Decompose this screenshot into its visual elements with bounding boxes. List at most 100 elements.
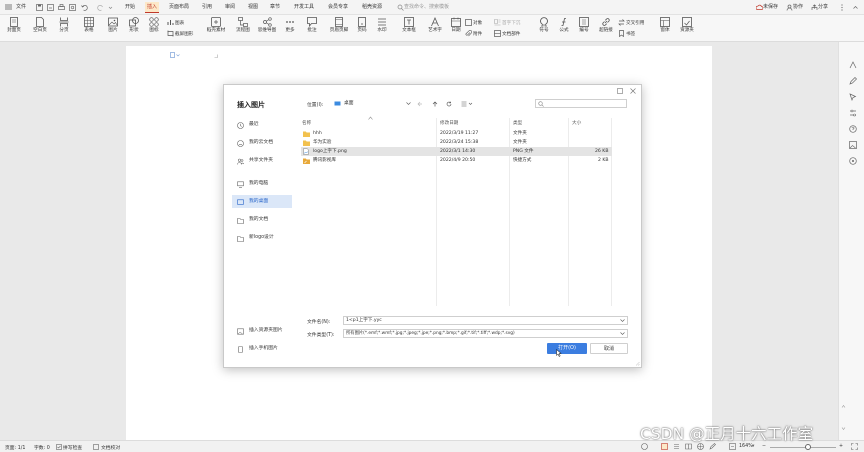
file-search-input[interactable]: [535, 99, 627, 108]
tab-member[interactable]: 会员专享: [326, 2, 350, 13]
view-mode-icon[interactable]: [461, 101, 473, 107]
header-footer-button[interactable]: 页眉页脚: [326, 17, 352, 41]
focus-mode-icon[interactable]: [641, 443, 648, 450]
spell-check[interactable]: 拼写检查: [63, 444, 82, 451]
refresh-icon[interactable]: [446, 101, 452, 107]
page-view-icon[interactable]: [661, 443, 668, 450]
tab-home[interactable]: 开始: [123, 2, 137, 13]
formula-button[interactable]: 公式: [555, 17, 573, 41]
cancel-button[interactable]: 取消: [590, 343, 628, 354]
file-row[interactable]: hhh 2022/3/19 11:27 文件夹: [301, 129, 612, 138]
scroll-down-icon[interactable]: [841, 426, 846, 431]
preview-icon[interactable]: [69, 4, 76, 11]
bookmark-button[interactable]: 书签: [618, 30, 635, 38]
doc-parts-button[interactable]: 文档部件: [494, 30, 520, 38]
resource-folder-button[interactable]: 资源夹: [677, 17, 697, 41]
search-icon[interactable]: [397, 4, 404, 11]
zoom-slider[interactable]: [770, 447, 836, 448]
sidebar-item-my-desktop[interactable]: 我的桌面: [232, 195, 292, 208]
unsaved-status[interactable]: 未保存: [763, 2, 778, 13]
screenshot-button[interactable]: 截屏图形: [167, 30, 193, 38]
image-panel-icon[interactable]: [849, 141, 857, 149]
tab-view[interactable]: 视图: [246, 2, 260, 13]
picture-button[interactable]: 图片: [104, 17, 122, 41]
sidebar-item-my-computer[interactable]: 我的电脑: [232, 177, 292, 190]
page-break-button[interactable]: 分页: [54, 17, 74, 41]
table-button[interactable]: 表格: [80, 17, 98, 41]
wordart-button[interactable]: 艺术字: [424, 17, 446, 41]
tab-developer[interactable]: 开发工具: [292, 2, 316, 13]
tab-references[interactable]: 引用: [200, 2, 214, 13]
collab-button[interactable]: 协作: [793, 2, 803, 13]
tab-review[interactable]: 审阅: [223, 2, 237, 13]
adjust-icon[interactable]: [849, 109, 857, 117]
file-row[interactable]: logo上字下.png 2022/3/1 14:30 PNG 文件 26 KB: [301, 147, 612, 156]
date-button[interactable]: 日期: [448, 17, 464, 41]
up-folder-icon[interactable]: [432, 101, 438, 107]
share-button[interactable]: 分享: [818, 2, 828, 13]
page-number-button[interactable]: 页码: [353, 17, 371, 41]
close-icon[interactable]: [630, 88, 636, 94]
command-search[interactable]: 查找命令、搜索模板: [404, 2, 449, 13]
drop-cap-button[interactable]: 首字下沉: [494, 19, 520, 27]
select-icon[interactable]: [849, 93, 857, 101]
mindmap-button[interactable]: 思维导图: [256, 17, 278, 41]
watermark-button[interactable]: 水印: [373, 17, 391, 41]
more-icon[interactable]: [840, 4, 844, 11]
zoom-level[interactable]: 164%: [739, 444, 753, 449]
redo-icon[interactable]: [97, 4, 104, 11]
resize-grip-icon[interactable]: [635, 361, 640, 366]
help-icon[interactable]: [849, 125, 857, 133]
attachment-button[interactable]: 附件: [465, 30, 482, 38]
tab-docer[interactable]: 稻壳资源: [360, 2, 384, 13]
word-count[interactable]: 字数: 0: [34, 444, 50, 451]
tab-page-layout[interactable]: 页面布局: [167, 2, 191, 13]
fit-width-icon[interactable]: [729, 443, 736, 450]
column-header-name[interactable]: 名称: [302, 120, 311, 126]
shape-button[interactable]: 形状: [125, 17, 143, 41]
cross-reference-button[interactable]: 交叉引用: [618, 19, 644, 27]
proofread-icon[interactable]: [93, 444, 99, 450]
hamburger-icon[interactable]: [5, 4, 12, 10]
column-header-type[interactable]: 类型: [513, 120, 522, 126]
insert-phone-picture[interactable]: 插入手机图片: [232, 342, 292, 355]
back-icon[interactable]: [417, 101, 423, 107]
icons-button[interactable]: 图标: [145, 17, 163, 41]
column-header-date[interactable]: 修改日期: [440, 120, 458, 126]
cover-page-button[interactable]: 封面页: [3, 17, 25, 41]
web-view-icon[interactable]: [697, 443, 704, 450]
location-icon[interactable]: [849, 157, 857, 165]
comment-button[interactable]: 批注: [303, 17, 321, 41]
filename-input[interactable]: 1<p1上字下.yyc: [343, 316, 628, 325]
pen-icon[interactable]: [849, 77, 857, 85]
form-button[interactable]: 窗体: [656, 17, 674, 41]
chevron-down-icon[interactable]: [108, 4, 113, 11]
zoom-dropdown-icon[interactable]: ▾: [752, 444, 754, 449]
more-button[interactable]: 更多: [281, 17, 299, 41]
page-settings-icon[interactable]: [170, 52, 180, 58]
scroll-up-icon[interactable]: [841, 404, 846, 409]
save-icon[interactable]: [36, 4, 43, 11]
docer-material-button[interactable]: 稻壳素材: [205, 17, 227, 41]
collapse-ribbon-icon[interactable]: [852, 4, 859, 11]
blank-page-button[interactable]: 空白页: [28, 17, 52, 41]
sidebar-item-shared-folder[interactable]: 共享文件夹: [232, 154, 292, 167]
chart-button[interactable]: 图表: [167, 19, 184, 27]
file-row[interactable]: 腾讯影视库 2022/4/9 20:50 快捷方式 2 KB: [301, 156, 612, 165]
export-icon[interactable]: [47, 4, 54, 11]
undo-icon[interactable]: [81, 4, 88, 11]
column-header-size[interactable]: 大小: [572, 120, 581, 126]
checkbox-icon[interactable]: [56, 444, 62, 450]
tab-section[interactable]: 章节: [268, 2, 282, 13]
hyperlink-button[interactable]: 超链接: [596, 17, 616, 41]
style-icon[interactable]: [849, 61, 857, 69]
chevron-down-icon[interactable]: [620, 318, 625, 323]
open-button[interactable]: 打开(O): [547, 343, 587, 354]
symbol-button[interactable]: 符号: [535, 17, 553, 41]
maximize-icon[interactable]: [617, 88, 623, 94]
eye-protect-icon[interactable]: [709, 443, 716, 450]
chevron-down-icon[interactable]: [620, 331, 625, 336]
print-icon[interactable]: [58, 4, 65, 11]
insert-resource-folder-picture[interactable]: 插入资源夹图片: [232, 324, 292, 337]
file-menu[interactable]: 文件: [14, 2, 28, 13]
